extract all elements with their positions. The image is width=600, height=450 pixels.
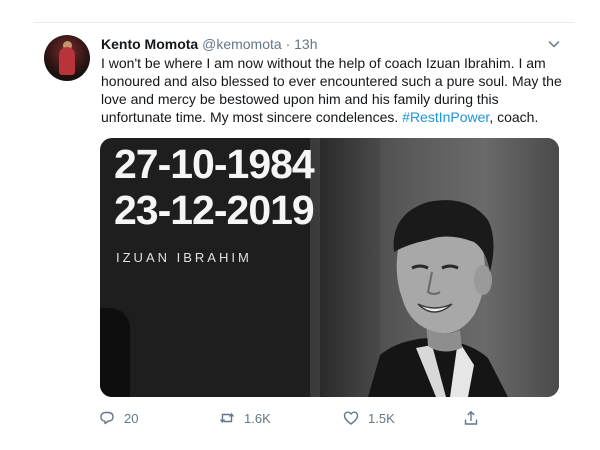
header-separator: · xyxy=(285,36,291,52)
reply-button[interactable]: 20 xyxy=(99,408,138,428)
tweet-text: I won't be where I am now without the he… xyxy=(101,54,565,126)
tweet-text-end: , coach. xyxy=(489,109,539,125)
tweet-actions: 20 1.6K 1.5K xyxy=(99,408,499,428)
avatar[interactable] xyxy=(44,35,90,81)
retweet-icon xyxy=(219,412,235,424)
author-name[interactable]: Kento Momota xyxy=(101,36,198,52)
screenshot-frame: Kento Momota @kemomota · 13h I won't be … xyxy=(0,0,600,450)
chevron-down-icon[interactable] xyxy=(547,37,561,51)
tweet-header: Kento Momota @kemomota · 13h xyxy=(101,35,318,53)
retweet-count: 1.6K xyxy=(244,410,271,426)
birth-date: 27-10-1984 xyxy=(114,141,315,187)
share-button[interactable] xyxy=(463,408,488,428)
like-button[interactable]: 1.5K xyxy=(343,408,395,428)
death-date: 23-12-2019 xyxy=(114,187,315,233)
memorial-name: IZUAN IBRAHIM xyxy=(116,250,252,265)
author-handle[interactable]: @kemomota xyxy=(202,36,282,52)
photo-left-shadow xyxy=(100,308,130,397)
avatar-figure xyxy=(59,47,75,75)
tweet-timestamp[interactable]: 13h xyxy=(294,36,317,52)
share-icon xyxy=(464,411,478,425)
memorial-portrait xyxy=(368,200,508,397)
retweet-button[interactable]: 1.6K xyxy=(219,408,271,428)
hashtag-link[interactable]: #RestInPower xyxy=(402,109,489,125)
reply-count: 20 xyxy=(124,410,139,426)
reply-icon xyxy=(100,411,114,425)
like-icon xyxy=(343,411,359,425)
like-count: 1.5K xyxy=(368,410,395,426)
tweet-media-image[interactable]: 27-10-1984 23-12-2019 IZUAN IBRAHIM xyxy=(100,138,559,397)
tweet-card[interactable]: Kento Momota @kemomota · 13h I won't be … xyxy=(33,22,575,433)
